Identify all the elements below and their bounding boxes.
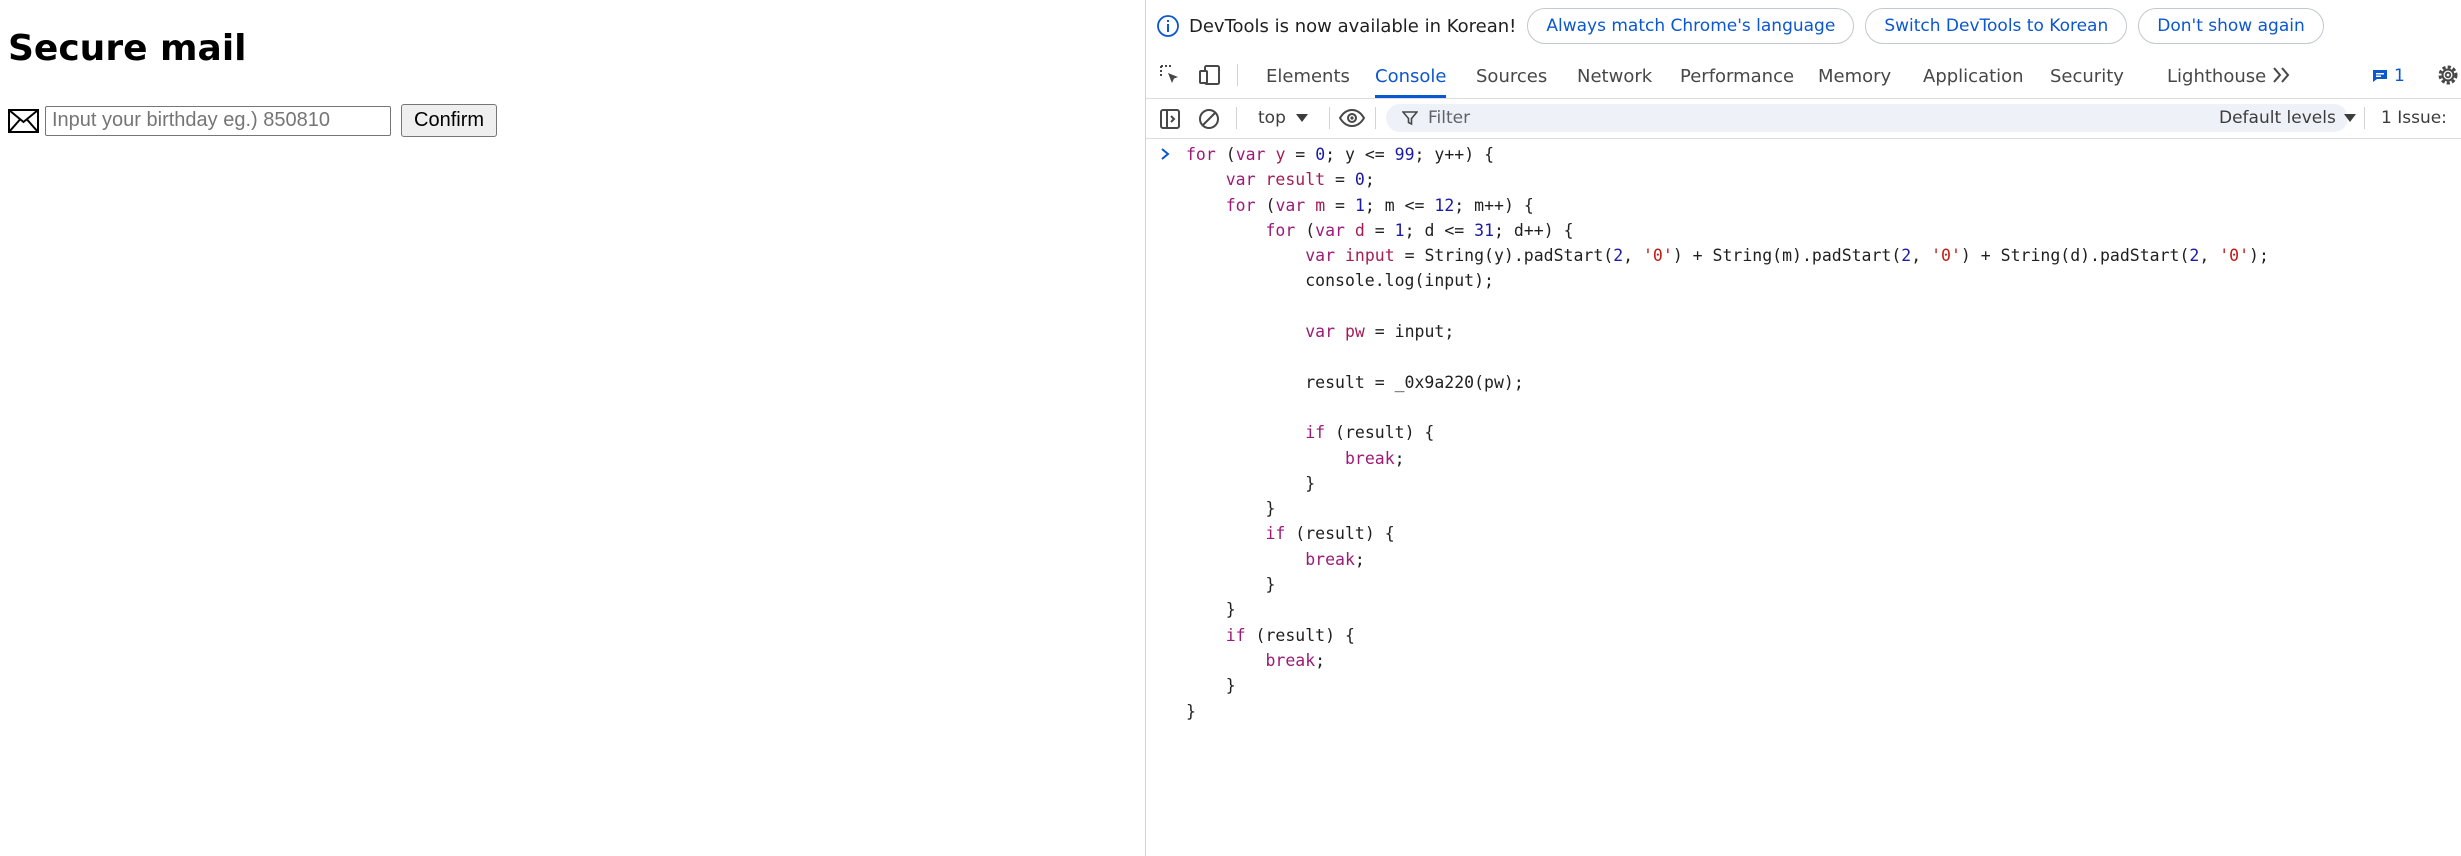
envelope-icon (8, 108, 39, 133)
page-title: Secure mail (8, 28, 247, 69)
console-toolbar: top Filter Default levels 1 Issue: (1146, 98, 2461, 139)
device-toolbar-icon[interactable] (1198, 63, 1222, 87)
code-line: } (1225, 600, 1236, 620)
gear-icon[interactable] (2435, 62, 2461, 88)
code-line: for (var m = 1; m <= 12; m++) { (1225, 195, 1534, 215)
inspect-element-icon[interactable] (1158, 63, 1182, 87)
prompt-chevron-icon (1161, 148, 1170, 160)
tab-sources[interactable]: Sources (1476, 52, 1547, 98)
issues-badge-count: 1 (2394, 66, 2405, 86)
toolbar-separator (1236, 107, 1237, 129)
log-levels-selector[interactable]: Default levels (2219, 98, 2356, 138)
context-selector[interactable]: top (1258, 98, 1308, 138)
devtools-tabbar: Elements Console Sources Network Perform… (1146, 52, 2461, 99)
tab-elements[interactable]: Elements (1266, 52, 1350, 98)
tab-lighthouse[interactable]: Lighthouse (2167, 52, 2266, 98)
birthday-input[interactable] (45, 105, 391, 136)
message-icon (2373, 70, 2387, 82)
code-line: } (1186, 701, 1196, 721)
infobar-message: DevTools is now available in Korean! (1189, 15, 1517, 37)
code-line: var input = String(y).padStart(2, '0') +… (1305, 246, 2269, 266)
language-infobar: DevTools is now available in Korean! Alw… (1146, 0, 2461, 52)
match-chrome-language-button[interactable]: Always match Chrome's language (1527, 8, 1855, 44)
more-tabs-chevron-icon[interactable] (2269, 62, 2295, 88)
code-line: break; (1265, 650, 1326, 670)
code-line: if (result) { (1225, 625, 1355, 645)
birthday-form: Confirm (8, 104, 498, 137)
code-line: result = _0x9a220(pw); (1305, 372, 1524, 392)
code-line: } (1265, 499, 1276, 519)
console-output[interactable]: for (var y = 0; y <= 99; y++) { var resu… (1146, 139, 2461, 856)
tab-network[interactable]: Network (1577, 52, 1652, 98)
devtools-panel: DevTools is now available in Korean! Alw… (1145, 0, 2461, 856)
caret-down-icon (1295, 114, 1308, 122)
code-line: var pw = input; (1305, 322, 1455, 342)
caret-down-icon (2343, 114, 2356, 122)
confirm-button[interactable]: Confirm (401, 104, 498, 137)
filter-input[interactable]: Filter (1386, 104, 2348, 132)
tab-console[interactable]: Console (1375, 52, 1447, 98)
page-content: Secure mail Confirm (0, 0, 1145, 856)
sidebar-toggle-icon[interactable] (1158, 107, 1182, 131)
issues-badge[interactable]: 1 (2372, 66, 2405, 86)
tabbar-separator (1237, 64, 1238, 86)
toolbar-separator (1329, 107, 1330, 129)
info-icon (1157, 15, 1179, 37)
console-code-block: for (var y = 0; y <= 99; y++) { var resu… (1186, 142, 2269, 724)
tab-security[interactable]: Security (2050, 52, 2124, 98)
issue-count-button[interactable]: 1 Issue: (2381, 98, 2447, 138)
log-levels-label: Default levels (2219, 108, 2336, 128)
code-line: } (1305, 473, 1316, 493)
dont-show-again-button[interactable]: Don't show again (2138, 8, 2324, 44)
code-line: for (var y = 0; y <= 99; y++) { (1186, 145, 1495, 164)
code-line: var result = 0; (1225, 170, 1375, 190)
code-line: break; (1344, 448, 1405, 468)
code-line: } (1225, 676, 1236, 696)
filter-placeholder: Filter (1428, 108, 1471, 128)
code-line: if (result) { (1305, 423, 1435, 443)
eye-icon[interactable] (1338, 106, 1366, 130)
toolbar-separator (2364, 107, 2365, 129)
code-line: if (result) { (1265, 524, 1395, 544)
switch-to-korean-button[interactable]: Switch DevTools to Korean (1865, 8, 2128, 44)
code-line: break; (1305, 549, 1365, 569)
clear-console-icon[interactable] (1197, 107, 1221, 131)
tab-console-label: Console (1375, 66, 1447, 87)
tab-application[interactable]: Application (1923, 52, 2024, 98)
toolbar-separator (1375, 107, 1376, 129)
code-line: for (var d = 1; d <= 31; d++) { (1265, 220, 1574, 240)
tab-memory[interactable]: Memory (1818, 52, 1891, 98)
tab-performance[interactable]: Performance (1680, 52, 1794, 98)
code-line: } (1265, 575, 1276, 595)
code-line: console.log(input); (1305, 271, 1494, 291)
context-selector-label: top (1258, 108, 1286, 128)
filter-icon (1402, 111, 1418, 126)
